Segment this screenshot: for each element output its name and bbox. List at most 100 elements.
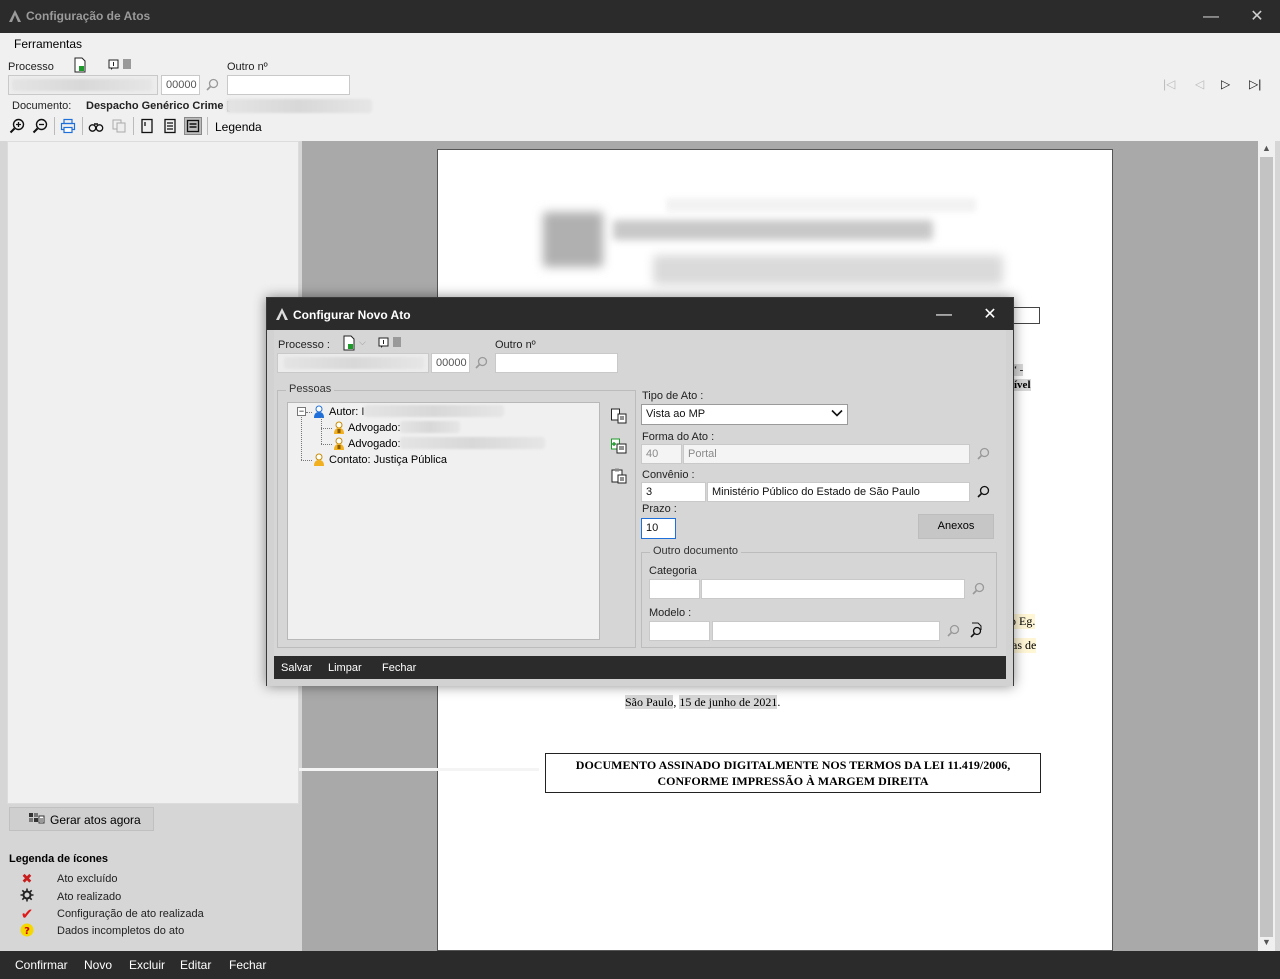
forma-code-field[interactable]: 40 — [641, 444, 682, 464]
dialog-body: Processo : ⌵ 00000 Outro nº Pessoas − Au… — [267, 330, 1013, 686]
scroll-up-icon[interactable]: ▲ — [1258, 143, 1275, 153]
search-icon[interactable] — [475, 356, 488, 372]
redacted-block — [226, 99, 372, 113]
doc-fragment: as de — [1012, 638, 1037, 653]
search-icon[interactable] — [972, 582, 985, 598]
tipo-select[interactable]: Vista ao MP — [641, 404, 848, 425]
salvar-button[interactable]: Salvar — [281, 662, 312, 674]
legend-title: Legenda de ícones — [9, 853, 109, 865]
scroll-down-icon[interactable]: ▼ — [1258, 937, 1275, 947]
fit-view-icon[interactable] — [184, 117, 202, 135]
processo-label: Processo — [8, 61, 54, 73]
signature-box: DOCUMENTO ASSINADO DIGITALMENTE NOS TERM… — [545, 753, 1041, 793]
copy-disabled-icon[interactable] — [110, 117, 128, 135]
tree-collapse-icon[interactable]: − — [297, 407, 306, 416]
status-square-icon — [393, 337, 401, 347]
vertical-scrollbar[interactable]: ▲ ▼ — [1258, 141, 1275, 951]
modelo-value-field[interactable] — [712, 621, 940, 641]
search-icon[interactable] — [977, 485, 990, 501]
search-icon[interactable] — [977, 447, 990, 463]
window-title: Configuração de Atos — [26, 9, 151, 23]
zoom-out-icon[interactable] — [31, 117, 49, 135]
redacted-header — [653, 255, 1003, 285]
process-header: Processo 00000 Outro nº |◁ ◁ ▷ ▷| Docume… — [0, 55, 1280, 141]
new-document-icon[interactable] — [342, 335, 356, 354]
dlg-outro-field[interactable] — [495, 353, 618, 373]
pessoas-tree[interactable]: − Autor: I Advogado: Advogado: Contato: … — [287, 402, 600, 640]
page-width-icon[interactable] — [161, 117, 179, 135]
legenda-button[interactable]: Legenda — [215, 120, 262, 134]
search-icon[interactable] — [947, 624, 960, 640]
tree-autor[interactable]: Autor: I — [329, 406, 364, 418]
search-icon[interactable] — [206, 78, 219, 94]
dialog-minimize-icon[interactable]: — — [921, 298, 967, 331]
editar-button[interactable]: Editar — [180, 958, 211, 972]
excluir-button[interactable]: Excluir — [129, 958, 165, 972]
limpar-button[interactable]: Limpar — [328, 662, 362, 674]
convenio-value-field[interactable]: Ministério Público do Estado de São Paul… — [707, 482, 970, 502]
contact-icon — [313, 453, 325, 470]
dialog-content: Processo : ⌵ 00000 Outro nº Pessoas − Au… — [274, 330, 1006, 656]
doc-date: 15 de junho de 2021 — [679, 695, 778, 709]
outro-documento-label: Outro documento — [650, 545, 741, 557]
last-page-icon[interactable]: ▷| — [1249, 77, 1261, 91]
gerar-atos-button[interactable]: Gerar atos agora — [9, 807, 154, 831]
new-document-icon[interactable] — [73, 57, 87, 76]
dialog-close-icon[interactable]: ✕ — [967, 298, 1013, 331]
novo-button[interactable]: Novo — [84, 958, 112, 972]
search-document-icon[interactable] — [969, 622, 985, 641]
forma-value-field[interactable]: Portal — [683, 444, 970, 464]
processo-suffix-field[interactable]: 00000 — [161, 75, 200, 95]
doc-fragment: ível — [1014, 379, 1031, 391]
redacted-logo — [543, 212, 603, 267]
outro-field[interactable] — [227, 75, 350, 95]
categoria-code-field[interactable] — [649, 579, 700, 599]
prev-page-icon[interactable]: ◁ — [1195, 77, 1204, 91]
redacted-block — [364, 405, 504, 417]
tree-advogado[interactable]: Advogado: — [348, 422, 401, 434]
modelo-code-field[interactable] — [649, 621, 710, 641]
redacted-header — [613, 220, 933, 240]
dlg-processo-suffix-field[interactable]: 00000 — [431, 353, 470, 373]
scrollbar-thumb[interactable] — [1260, 157, 1273, 937]
add-person-icon[interactable] — [610, 437, 628, 458]
fechar-button[interactable]: Fechar — [229, 958, 266, 972]
icon-legend: Legenda de ícones ✖ Ato excluído Ato rea… — [0, 835, 302, 950]
close-icon[interactable]: ✕ — [1234, 0, 1280, 33]
next-page-icon[interactable]: ▷ — [1221, 77, 1230, 91]
convenio-code-field[interactable]: 3 — [641, 482, 706, 502]
confirmar-button[interactable]: Confirmar — [15, 958, 68, 972]
find-binoculars-icon[interactable] — [87, 117, 105, 135]
configurar-novo-ato-dialog: Configurar Novo Ato — ✕ Processo : ⌵ 000… — [266, 297, 1014, 686]
minimize-icon[interactable]: — — [1188, 0, 1234, 33]
first-page-icon[interactable]: |◁ — [1163, 77, 1175, 91]
clipboard-person-icon[interactable] — [610, 467, 628, 488]
person-blue-icon — [313, 405, 325, 422]
redacted-block — [284, 357, 424, 369]
dlg-outro-label: Outro nº — [495, 339, 536, 351]
zoom-in-icon[interactable] — [8, 117, 26, 135]
redacted-block — [400, 437, 545, 449]
single-page-icon[interactable] — [138, 117, 156, 135]
tree-line — [321, 428, 332, 429]
dialog-fechar-button[interactable]: Fechar — [382, 662, 416, 674]
dialog-footer: Salvar Limpar Fechar — [274, 656, 1006, 679]
prazo-field[interactable]: 10 — [641, 518, 676, 539]
dropdown-arrow-icon[interactable]: ⌵ — [359, 337, 366, 348]
gear-icon — [18, 888, 36, 905]
doc-city: São Paulo — [625, 695, 674, 709]
copy-person-icon[interactable] — [610, 407, 628, 428]
anexos-button[interactable]: Anexos — [918, 514, 994, 539]
dlg-processo-label: Processo : — [278, 339, 330, 351]
tree-contato[interactable]: Contato: Justiça Pública — [329, 454, 447, 466]
divider-line — [299, 768, 539, 771]
atos-list-panel[interactable] — [7, 141, 299, 804]
categoria-value-field[interactable] — [701, 579, 965, 599]
note-icon[interactable] — [108, 59, 120, 74]
gerar-atos-label: Gerar atos agora — [50, 813, 141, 827]
note-icon[interactable] — [378, 337, 390, 352]
status-square-icon — [123, 59, 131, 69]
tree-advogado[interactable]: Advogado: — [348, 438, 401, 450]
print-icon[interactable] — [59, 117, 77, 135]
menu-ferramentas[interactable]: Ferramentas — [14, 37, 82, 51]
